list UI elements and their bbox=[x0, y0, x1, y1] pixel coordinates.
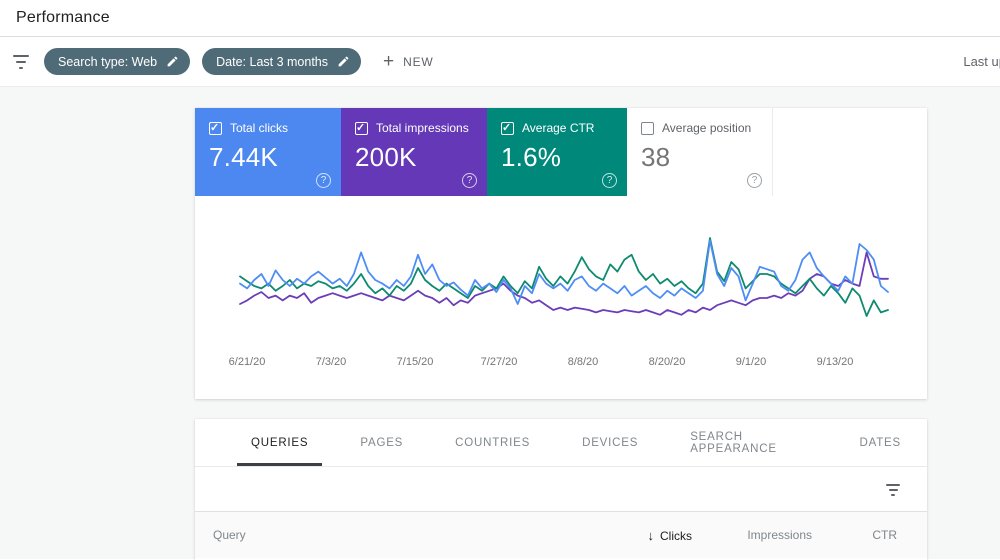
edit-pencil-icon bbox=[167, 56, 178, 67]
last-updated-text: Last up bbox=[963, 54, 1000, 69]
column-header-query[interactable]: Query bbox=[213, 528, 562, 542]
table-filter-icon[interactable] bbox=[885, 484, 901, 496]
x-tick-label: 8/8/20 bbox=[567, 356, 599, 368]
tab-dates[interactable]: DATES bbox=[834, 419, 928, 466]
tab-countries[interactable]: COUNTRIES bbox=[429, 419, 556, 466]
filter-bar: Search type: Web Date: Last 3 months + N… bbox=[0, 37, 1000, 87]
average-ctr-value: 1.6% bbox=[501, 142, 562, 172]
search-type-chip[interactable]: Search type: Web bbox=[44, 48, 191, 75]
average-ctr-label: Average CTR bbox=[522, 121, 595, 135]
tab-search-appearance[interactable]: SEARCH APPEARANCE bbox=[664, 419, 833, 466]
ctr-series-line bbox=[239, 237, 889, 317]
metric-card-average-position[interactable]: Average position 38? bbox=[627, 108, 773, 196]
x-tick-label: 8/20/20 bbox=[648, 356, 686, 368]
help-icon[interactable]: ? bbox=[316, 173, 331, 188]
metric-summary-blocks: Total clicks 7.44K? Total impressions 200K?… bbox=[195, 108, 927, 196]
average-position-value: 38 bbox=[641, 142, 671, 172]
page-title: Performance bbox=[16, 9, 110, 26]
table-toolbar bbox=[195, 467, 927, 512]
new-filter-label: NEW bbox=[403, 54, 434, 69]
metric-card-average-ctr[interactable]: Average CTR 1.6%? bbox=[487, 108, 627, 196]
chart-section: 6/21/20 7/3/20 7/15/20 7/27/20 8/8/20 8/20/20… bbox=[195, 196, 927, 399]
main-content: Total clicks 7.44K? Total impressions 200K?… bbox=[0, 87, 1000, 560]
sort-desc-icon: ↓ bbox=[647, 527, 655, 543]
date-range-chip[interactable]: Date: Last 3 months bbox=[202, 48, 362, 75]
performance-chart-card: Total clicks 7.44K? Total impressions 200K?… bbox=[195, 108, 927, 399]
x-tick-label: 7/3/20 bbox=[315, 356, 347, 368]
x-tick-label: 7/15/20 bbox=[396, 356, 434, 368]
column-label: Impressions bbox=[747, 528, 812, 542]
total-impressions-checkbox[interactable] bbox=[355, 121, 368, 135]
column-label: Clicks bbox=[660, 528, 692, 543]
page-header: Performance bbox=[0, 0, 1000, 37]
x-tick-label: 9/13/20 bbox=[816, 356, 854, 368]
edit-pencil-icon bbox=[338, 56, 349, 67]
app-root: Performance Search type: Web Date: Last … bbox=[0, 0, 1000, 560]
total-clicks-value: 7.44K bbox=[209, 142, 278, 172]
average-ctr-checkbox[interactable] bbox=[501, 121, 514, 135]
column-label: CTR bbox=[872, 528, 897, 542]
x-tick-label: 9/1/20 bbox=[735, 356, 767, 368]
total-clicks-label: Total clicks bbox=[230, 121, 289, 135]
filter-list-icon[interactable] bbox=[12, 54, 30, 69]
total-clicks-checkbox[interactable] bbox=[209, 121, 222, 135]
queries-table-card: QUERIES PAGES COUNTRIES DEVICES SEARCH APPEA… bbox=[195, 419, 927, 560]
table-header-row: Query ↓ Clicks Impressions CTR bbox=[195, 512, 927, 558]
plus-icon: + bbox=[383, 51, 395, 72]
help-icon[interactable]: ? bbox=[602, 173, 617, 188]
total-impressions-label: Total impressions bbox=[376, 121, 469, 135]
column-header-ctr[interactable]: CTR bbox=[812, 528, 897, 542]
impressions-series-line bbox=[239, 251, 889, 316]
tab-queries[interactable]: QUERIES bbox=[225, 419, 334, 466]
average-position-label: Average position bbox=[662, 121, 752, 135]
column-header-impressions[interactable]: Impressions bbox=[692, 528, 812, 542]
help-icon[interactable]: ? bbox=[462, 173, 477, 188]
x-tick-label: 7/27/20 bbox=[480, 356, 518, 368]
help-icon[interactable]: ? bbox=[747, 173, 762, 188]
tab-devices[interactable]: DEVICES bbox=[556, 419, 664, 466]
new-filter-button[interactable]: + NEW bbox=[383, 52, 434, 71]
x-tick-label: 6/21/20 bbox=[228, 356, 266, 368]
column-label: Query bbox=[213, 528, 246, 542]
date-range-chip-label: Date: Last 3 months bbox=[216, 54, 329, 69]
chart-x-axis-labels: 6/21/20 7/3/20 7/15/20 7/27/20 8/8/20 8/20/20… bbox=[195, 356, 927, 372]
metric-card-total-clicks[interactable]: Total clicks 7.44K? bbox=[195, 108, 341, 196]
column-header-clicks[interactable]: ↓ Clicks bbox=[562, 527, 693, 543]
dimension-tabs: QUERIES PAGES COUNTRIES DEVICES SEARCH APPEA… bbox=[195, 419, 927, 467]
tab-pages[interactable]: PAGES bbox=[334, 419, 429, 466]
total-impressions-value: 200K bbox=[355, 142, 417, 172]
average-position-checkbox[interactable] bbox=[641, 121, 654, 135]
search-type-chip-label: Search type: Web bbox=[58, 54, 158, 69]
metric-card-total-impressions[interactable]: Total impressions 200K? bbox=[341, 108, 487, 196]
